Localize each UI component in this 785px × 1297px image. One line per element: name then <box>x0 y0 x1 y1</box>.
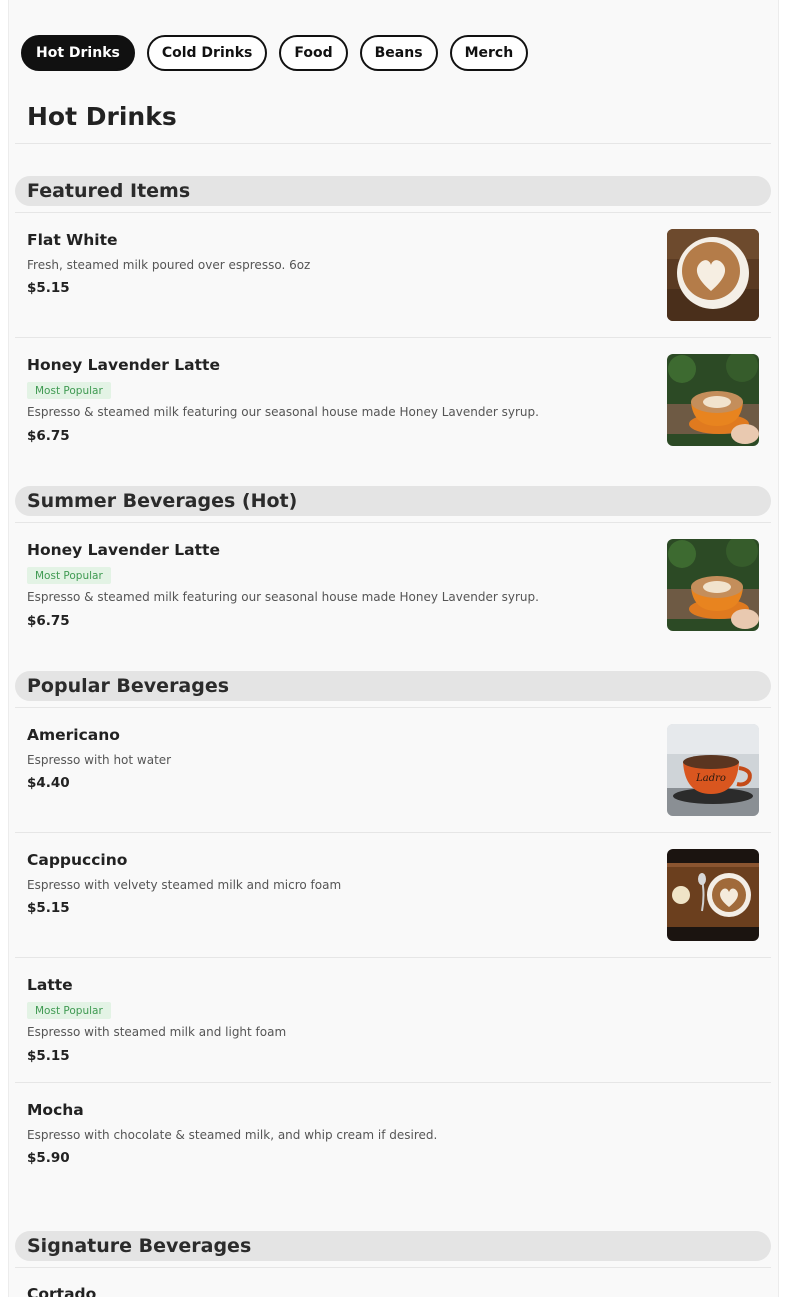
title-divider <box>15 143 771 144</box>
orange-cup-in-hand-photo <box>667 354 759 446</box>
cappuccino-on-wood-tray-photo <box>667 849 759 941</box>
tab-food[interactable]: Food <box>279 35 348 71</box>
most-popular-badge: Most Popular <box>27 567 111 584</box>
menu-item-latte[interactable]: Latte Most Popular Espresso with steamed… <box>15 958 771 1083</box>
section-header-popular: Popular Beverages <box>15 671 771 701</box>
item-name: Cappuccino <box>27 851 128 869</box>
item-price: $5.90 <box>27 1150 70 1166</box>
mug-brand-text: Ladro <box>695 773 726 784</box>
most-popular-badge: Most Popular <box>27 382 111 399</box>
section-header-signature: Signature Beverages <box>15 1231 771 1261</box>
tab-cold-drinks[interactable]: Cold Drinks <box>146 35 268 71</box>
item-price: $5.15 <box>27 1048 70 1064</box>
tab-beans[interactable]: Beans <box>359 35 438 71</box>
latte-art-cup-photo <box>667 229 759 321</box>
tab-hot-drinks[interactable]: Hot Drinks <box>21 35 135 71</box>
item-name: Flat White <box>27 231 118 249</box>
menu-item-cappuccino[interactable]: Cappuccino Espresso with velvety steamed… <box>15 833 771 958</box>
item-name: Mocha <box>27 1101 84 1119</box>
item-price: $5.15 <box>27 900 70 916</box>
menu-item-cortado[interactable]: Cortado <box>15 1268 771 1297</box>
item-description: Espresso with chocolate & steamed milk, … <box>27 1128 438 1142</box>
menu-item-flat-white[interactable]: Flat White Fresh, steamed milk poured ov… <box>15 213 771 338</box>
menu-item-mocha[interactable]: Mocha Espresso with chocolate & steamed … <box>15 1083 771 1223</box>
category-tabs: Hot Drinks Cold Drinks Food Beans Merch <box>21 35 529 71</box>
item-name: Cortado <box>27 1285 97 1297</box>
menu-item-honey-lavender-latte[interactable]: Honey Lavender Latte Most Popular Espres… <box>15 523 771 663</box>
item-name: Honey Lavender Latte <box>27 356 220 374</box>
orange-cup-in-hand-photo <box>667 539 759 631</box>
menu-item-honey-lavender-latte[interactable]: Honey Lavender Latte Most Popular Espres… <box>15 338 771 478</box>
item-description: Espresso & steamed milk featuring our se… <box>27 405 539 419</box>
item-description: Espresso with steamed milk and light foa… <box>27 1025 287 1039</box>
section-header-summer: Summer Beverages (Hot) <box>15 486 771 516</box>
item-name: Latte <box>27 976 73 994</box>
item-price: $6.75 <box>27 428 70 444</box>
orange-mug-on-saucer-photo: Ladro <box>667 724 759 816</box>
item-description: Espresso & steamed milk featuring our se… <box>27 590 539 604</box>
tab-merch[interactable]: Merch <box>449 35 529 71</box>
item-price: $4.40 <box>27 775 70 791</box>
item-price: $6.75 <box>27 613 70 629</box>
most-popular-badge: Most Popular <box>27 1002 111 1019</box>
item-description: Espresso with hot water <box>27 753 172 767</box>
menu-item-americano[interactable]: Americano Espresso with hot water $4.40 … <box>15 708 771 833</box>
item-description: Espresso with velvety steamed milk and m… <box>27 878 342 892</box>
item-price: $5.15 <box>27 280 70 296</box>
page-title: Hot Drinks <box>27 102 177 131</box>
item-description: Fresh, steamed milk poured over espresso… <box>27 258 311 272</box>
item-name: Americano <box>27 726 120 744</box>
item-name: Honey Lavender Latte <box>27 541 220 559</box>
section-header-featured: Featured Items <box>15 176 771 206</box>
